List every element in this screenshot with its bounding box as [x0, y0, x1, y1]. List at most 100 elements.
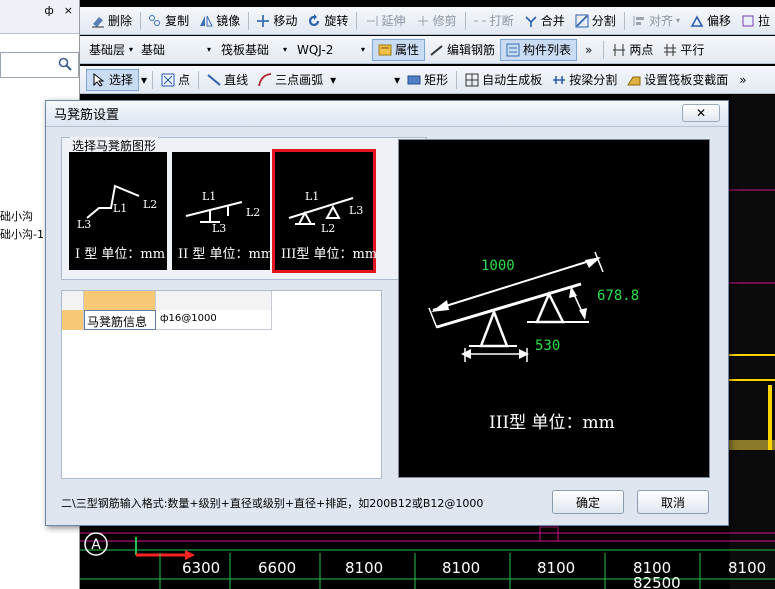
close-button[interactable]: ✕	[682, 104, 720, 122]
shape-caption: II 型 单位：mm	[178, 247, 274, 262]
delete-button[interactable]: 删除	[86, 10, 137, 32]
trim-button[interactable]: 修剪	[411, 10, 462, 32]
rotate-button[interactable]: 旋转	[302, 10, 353, 32]
category-select[interactable]: 基础 ▾	[138, 40, 214, 60]
rectangle-icon	[407, 75, 421, 84]
tree-item[interactable]: 础小沟	[0, 208, 33, 224]
eraser-icon	[92, 16, 104, 27]
dimension-text: 6300	[182, 559, 220, 577]
search-icon[interactable]	[58, 57, 72, 71]
toolbar-separator	[603, 40, 605, 59]
spacing-label: 530	[535, 338, 560, 354]
chevron-down-icon[interactable]: ▾	[392, 69, 402, 91]
tree-item[interactable]: 础小沟-1	[0, 226, 44, 242]
line-icon	[207, 73, 221, 86]
auto-slab-button[interactable]: 自动生成板	[460, 69, 547, 91]
merge-button[interactable]: 合并	[519, 10, 570, 32]
break-button[interactable]: 打断	[468, 10, 519, 32]
parallel-button[interactable]: 平行	[658, 39, 709, 61]
merge-icon	[525, 15, 537, 27]
dimension-text: 8100	[537, 559, 575, 577]
axis-label: A	[91, 537, 101, 553]
preview-caption: III型 单位：mm	[489, 413, 615, 433]
component-toolbar: 基础层 ▾ 基础 ▾ 筏板基础 ▾ WQJ-2 ▾ 属性 编辑钢筋 构件列表 » 两点 …	[80, 36, 775, 64]
split-icon	[575, 14, 589, 27]
shape-type-3[interactable]: L1 L3 L2 III型 单位：mm	[272, 149, 377, 273]
grid-header	[62, 291, 272, 310]
component-select[interactable]: WQJ-2 ▾	[294, 40, 368, 60]
cursor-icon	[93, 72, 105, 87]
svg-text:L2: L2	[321, 222, 335, 235]
split-button[interactable]: 分割	[570, 10, 621, 32]
extend-button[interactable]: 延伸	[360, 10, 411, 32]
dimension-text: 8100	[345, 559, 383, 577]
total-dimension: 82500	[633, 574, 681, 589]
point-button[interactable]: 点	[156, 69, 195, 91]
align-button[interactable]: 对齐 ▾	[627, 10, 685, 32]
move-button[interactable]: 移动	[251, 10, 302, 32]
row-value-cell[interactable]: ф16@1000	[156, 310, 272, 330]
move-icon	[257, 14, 270, 27]
stretch-icon	[742, 15, 754, 26]
height-label: 678.8	[597, 288, 639, 304]
cancel-button[interactable]: 取消	[637, 490, 709, 514]
grid-corner	[62, 291, 84, 310]
svg-text:L3: L3	[349, 204, 363, 217]
svg-text:L1: L1	[113, 202, 127, 215]
dimension-text: 8100	[442, 559, 480, 577]
row-name-cell[interactable]: 马凳筋信息	[84, 310, 156, 330]
search-input[interactable]	[0, 52, 79, 78]
break-icon	[473, 20, 486, 21]
grid-column-header[interactable]	[84, 291, 156, 310]
point-icon	[161, 73, 175, 86]
type-select[interactable]: 筏板基础 ▾	[218, 40, 290, 60]
dialog-title: 马凳筋设置	[54, 108, 120, 123]
properties-button[interactable]: 属性	[372, 38, 426, 61]
draw-toolbar: 选择 ▾ 点 直线 三点画弧 ▾ ▾ 矩形 自动生成板 按梁分割 设置筏板变截面…	[80, 66, 775, 94]
align-icon	[633, 15, 644, 26]
chevron-down-icon: ▾	[129, 45, 134, 54]
toolbar-separator	[198, 70, 200, 89]
select-button[interactable]: 选择	[86, 68, 140, 91]
line-button[interactable]: 直线	[202, 69, 253, 91]
shape-type-2[interactable]: L1 L2 L3 II 型 单位：mm	[172, 152, 274, 270]
beam-split-button[interactable]: 按梁分割	[547, 69, 622, 91]
arc-button[interactable]: 三点画弧	[253, 69, 328, 91]
parallel-icon	[664, 43, 677, 56]
shape-type-1[interactable]: L1 L2 L3 I 型 单位：mm	[69, 152, 167, 270]
svg-text:L3: L3	[212, 222, 226, 235]
beam-split-icon	[553, 75, 566, 84]
close-icon[interactable]: ×	[64, 4, 73, 17]
copy-button[interactable]: 复制	[143, 10, 194, 32]
list-icon	[506, 43, 520, 56]
two-point-button[interactable]: 两点	[607, 39, 658, 61]
ok-button[interactable]: 确定	[552, 490, 624, 514]
trim-icon	[417, 15, 428, 26]
chevron-down-icon[interactable]: ▾	[139, 69, 149, 91]
mirror-icon	[200, 15, 213, 26]
set-slab-section-button[interactable]: 设置筏板变截面	[622, 69, 733, 91]
dimension-text: 8100	[728, 559, 766, 577]
table-row[interactable]: 马凳筋信息 ф16@1000	[62, 310, 272, 330]
row-header[interactable]	[62, 310, 84, 330]
edit-rebar-button[interactable]: 编辑钢筋	[425, 39, 500, 61]
more-button[interactable]: »	[733, 69, 752, 91]
grid-column-header[interactable]	[156, 291, 272, 310]
dialog-title-bar: 马凳筋设置	[46, 101, 728, 127]
svg-text:L3: L3	[77, 218, 91, 231]
chevron-down-icon[interactable]: ▾	[328, 69, 338, 91]
more-button[interactable]: »	[577, 39, 600, 61]
rectangle-button[interactable]: 矩形	[402, 69, 453, 91]
floor-select[interactable]: 基础层 ▾	[86, 40, 134, 60]
svg-text:L1: L1	[305, 190, 319, 203]
component-list-button[interactable]: 构件列表	[500, 38, 578, 61]
rotate-icon	[309, 13, 320, 26]
pin-icon[interactable]: ф	[44, 4, 53, 17]
toolbar-separator	[152, 70, 154, 89]
offset-button[interactable]: 偏移	[685, 10, 736, 32]
svg-text:L1: L1	[202, 190, 216, 203]
copy-icon	[149, 14, 161, 26]
stretch-button[interactable]: 拉	[736, 10, 775, 32]
mirror-button[interactable]: 镜像	[194, 10, 245, 32]
properties-icon	[378, 44, 392, 55]
